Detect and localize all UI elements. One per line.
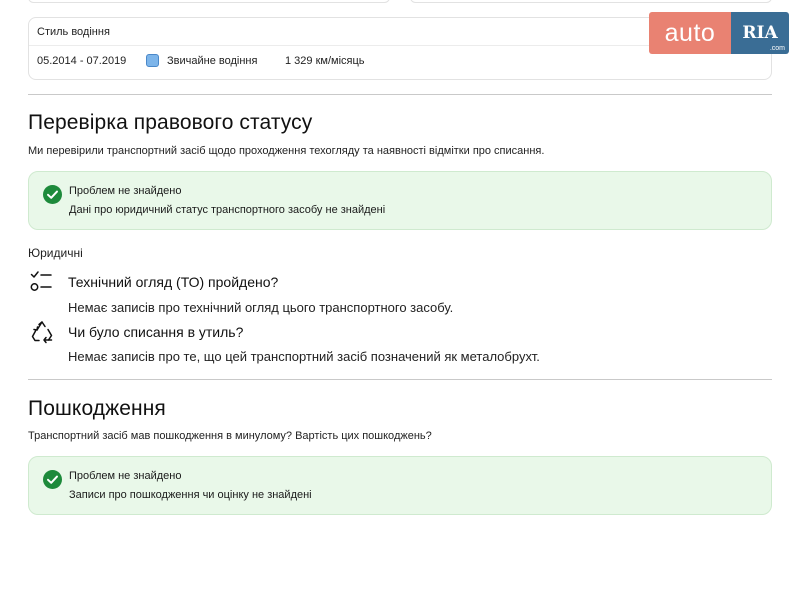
check-circle-icon [43, 470, 62, 489]
driving-style-mileage: 1 329 км/місяць [285, 54, 365, 67]
section-divider [28, 379, 772, 380]
damage-heading: Пошкодження [28, 397, 166, 420]
driving-style-type: Звичайне водіння [167, 54, 258, 67]
section-divider [28, 94, 772, 95]
legal-status-lead: Ми перевірили транспортний засіб щодо пр… [28, 145, 545, 157]
legal-item-question-scrapped: Чи було списання в утиль? [68, 324, 244, 340]
legal-status-result-detail: Дані про юридичний статус транспортного … [69, 204, 386, 216]
legal-status-result-title: Проблем не знайдено [69, 185, 182, 197]
driving-style-row: 05.2014 - 07.2019 Звичайне водіння 1 329… [37, 54, 365, 67]
check-circle-icon [43, 185, 62, 204]
driving-style-period: 05.2014 - 07.2019 [37, 54, 127, 67]
driving-style-title: Стиль водіння [37, 26, 110, 38]
logo-com-label: .com [769, 45, 785, 52]
logo-ria-text: RIA .com [731, 12, 789, 54]
legal-item-question-inspection: Технічний огляд (ТО) пройдено? [68, 274, 279, 290]
top-card-right [410, 0, 772, 3]
logo-ria-label: RIA [742, 23, 778, 43]
damage-lead: Транспортний засіб мав пошкодження в мин… [28, 430, 432, 442]
driving-style-swatch [146, 54, 159, 67]
legal-status-result-card: Проблем не знайдено Дані про юридичний с… [28, 171, 772, 230]
recycle-icon [30, 320, 54, 349]
legal-item-answer-inspection: Немає записів про технічний огляд цього … [68, 300, 454, 315]
logo-auto-text: auto [649, 12, 731, 54]
legal-item-answer-scrapped: Немає записів про те, що цей транспортни… [68, 349, 540, 364]
legal-status-heading: Перевірка правового статусу [28, 111, 313, 134]
top-card-left [28, 0, 390, 3]
damage-result-card: Проблем не знайдено Записи про пошкоджен… [28, 456, 772, 515]
damage-result-detail: Записи про пошкодження чи оцінку не знай… [69, 489, 312, 501]
checklist-icon [30, 270, 52, 299]
legal-subheading: Юридичні [28, 246, 83, 260]
auto-ria-logo: auto RIA .com [649, 12, 789, 54]
damage-result-title: Проблем не знайдено [69, 470, 182, 482]
